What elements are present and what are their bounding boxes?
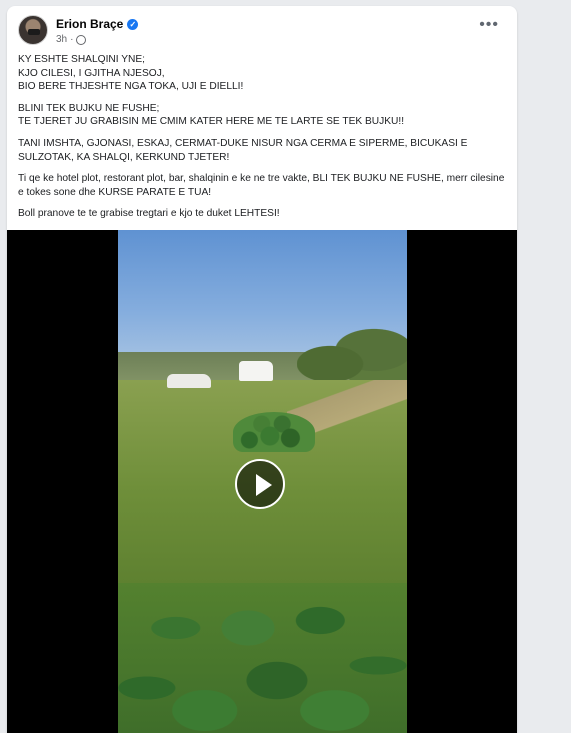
globe-icon — [76, 34, 87, 45]
watermelon-pile — [233, 412, 315, 452]
post-paragraph: KY ESHTE SHALQINI YNE; KJO CILESI, I GJI… — [18, 54, 244, 93]
van — [239, 361, 273, 381]
avatar[interactable] — [18, 15, 48, 45]
post-text: KY ESHTE SHALQINI YNE; KJO CILESI, I GJI… — [18, 53, 508, 229]
watermelons-foreground — [118, 583, 407, 733]
more-options-button[interactable]: ••• — [479, 17, 499, 33]
car — [167, 374, 211, 388]
post-paragraph: BLINI TEK BUJKU NE FUSHE; TE TJERET JU G… — [18, 102, 405, 128]
play-icon — [256, 474, 272, 496]
play-button[interactable] — [235, 459, 285, 509]
post-paragraph: TANI IMSHTA, GJONASI, ESKAJ, CERMAT-DUKE… — [18, 137, 468, 163]
video-player[interactable] — [7, 230, 517, 733]
author-name[interactable]: Erion Braçe — [56, 17, 123, 31]
post-paragraph: Boll pranove te te grabise tregtari e kj… — [18, 208, 280, 220]
post-paragraph: Ti qe ke hotel plot, restorant plot, bar… — [18, 173, 505, 198]
post-time[interactable]: 3h — [56, 34, 67, 45]
post-card: Erion Braçe ✓ 3h · ••• KY ESHTE SHALQINI… — [7, 6, 517, 733]
post-header: Erion Braçe ✓ 3h · ••• — [18, 15, 517, 51]
verified-badge-icon: ✓ — [127, 18, 139, 30]
